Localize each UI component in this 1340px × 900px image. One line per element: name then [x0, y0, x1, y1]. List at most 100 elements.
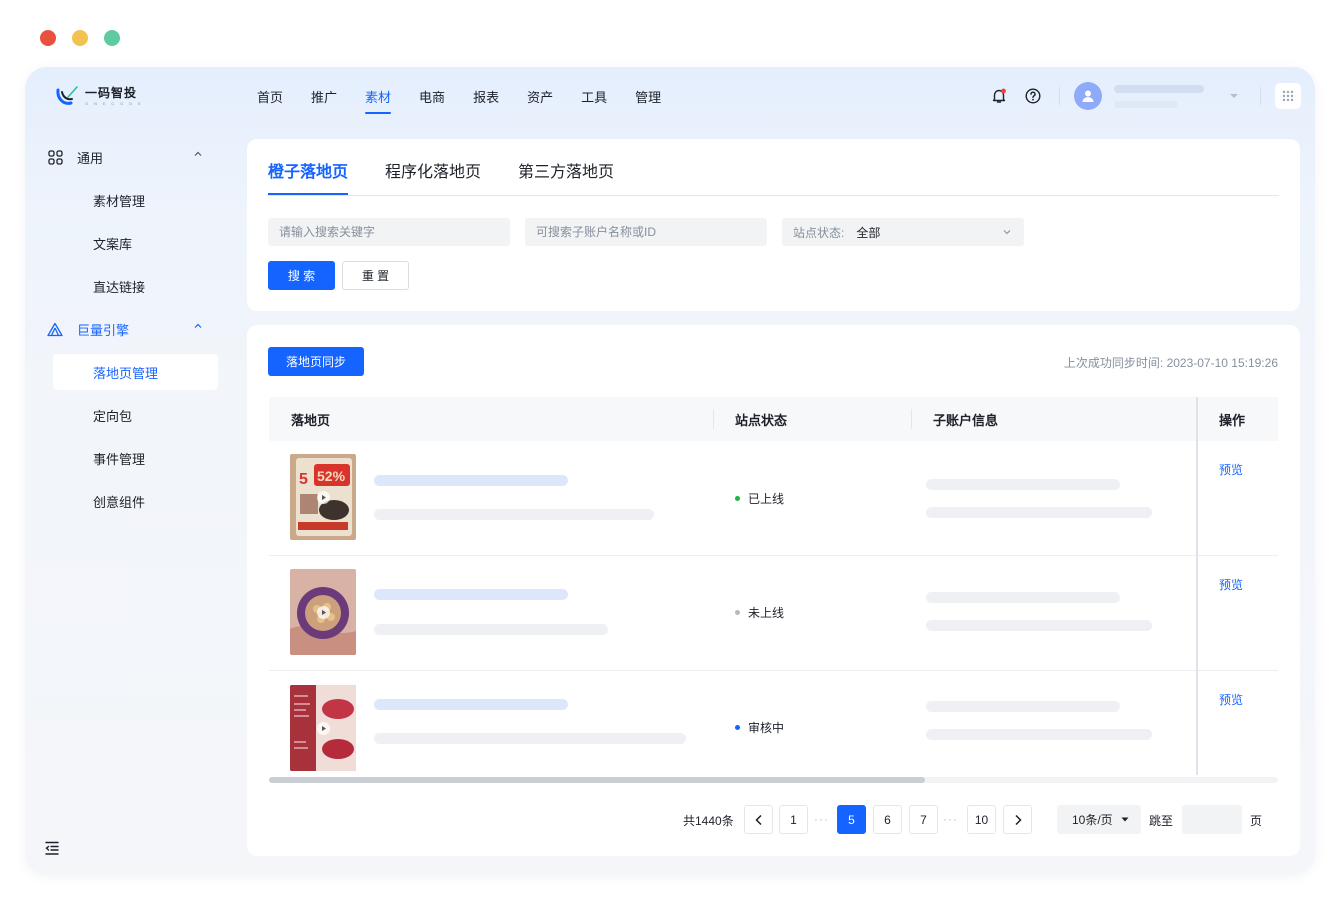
page-size-value: 10条/页 — [1072, 813, 1113, 827]
page-size-select[interactable]: 10条/页 — [1057, 805, 1141, 834]
sync-time-value: 2023-07-10 15:19:26 — [1166, 356, 1278, 370]
site-status-value: 全部 — [856, 225, 881, 240]
brand-logo[interactable]: 一码智投 O N E C O D E — [55, 84, 143, 108]
apps-grid-icon[interactable] — [1275, 83, 1301, 109]
sidebar-item-copy-library[interactable]: 文案库 — [53, 225, 218, 261]
preview-link[interactable]: 预览 — [1219, 691, 1243, 708]
next-page-button[interactable] — [1003, 805, 1032, 834]
sidebar-group-general[interactable]: 通用 — [25, 139, 235, 175]
sidebar-item-targeting-package[interactable]: 定向包 — [53, 397, 218, 433]
preview-link[interactable]: 预览 — [1219, 461, 1243, 478]
keyword-search-field — [268, 218, 510, 246]
account-search-input[interactable] — [536, 225, 756, 239]
svg-text:5: 5 — [299, 471, 308, 488]
bell-icon[interactable] — [987, 84, 1011, 108]
lipstick-thumbnail[interactable] — [290, 685, 356, 771]
prev-page-button[interactable] — [744, 805, 773, 834]
caret-down-icon[interactable] — [1222, 84, 1246, 108]
status-dot — [735, 496, 740, 501]
url-placeholder — [374, 509, 654, 520]
page-button-current[interactable]: 5 — [837, 805, 866, 834]
chevron-up-icon — [194, 151, 202, 156]
nav-item-home[interactable]: 首页 — [257, 87, 283, 114]
sync-landing-page-button[interactable]: 落地页同步 — [268, 347, 364, 376]
nav-item-assets[interactable]: 资产 — [527, 87, 553, 114]
tab-orange-landing-page[interactable]: 橙子落地页 — [268, 139, 349, 195]
reset-button[interactable]: 重 置 — [342, 261, 409, 290]
play-icon — [317, 491, 330, 504]
title-placeholder — [374, 475, 568, 486]
brand-name: 一码智投 — [85, 85, 138, 100]
last-sync-time: 上次成功同步时间: 2023-07-10 15:19:26 — [1064, 354, 1278, 371]
status-text: 未上线 — [748, 606, 785, 620]
chevron-right-icon — [1014, 814, 1022, 825]
app-window: 一码智投 O N E C O D E 首页 推广 素材 电商 报表 资产 工具 … — [25, 67, 1315, 875]
account-name-placeholder — [926, 592, 1120, 603]
tab-third-party-landing-page[interactable]: 第三方落地页 — [518, 139, 614, 195]
header-divider — [1059, 87, 1060, 105]
page-ellipsis: ··· — [943, 812, 958, 826]
collapse-sidebar-icon[interactable] — [43, 839, 63, 859]
scrollbar-thumb[interactable] — [269, 777, 925, 783]
search-button[interactable]: 搜 索 — [268, 261, 335, 290]
column-header-operation: 操作 — [1219, 412, 1246, 428]
sidebar-item-material-management[interactable]: 素材管理 — [53, 182, 218, 218]
account-name-placeholder — [926, 479, 1120, 490]
help-icon[interactable] — [1021, 84, 1045, 108]
brand-subtitle: O N E C O D E — [85, 100, 144, 106]
sidebar-item-event-management[interactable]: 事件管理 — [53, 440, 218, 476]
nav-item-materials[interactable]: 素材 — [365, 87, 392, 114]
filter-panel: 橙子落地页 程序化落地页 第三方落地页 站点状态: 全部 搜 索 重 置 — [247, 139, 1300, 311]
user-info-placeholder[interactable] — [1114, 84, 1206, 108]
sync-time-label: 上次成功同步时间: — [1063, 356, 1164, 370]
preview-link[interactable]: 预览 — [1219, 576, 1243, 593]
page-button[interactable]: 1 — [779, 805, 808, 834]
nav-item-ecommerce[interactable]: 电商 — [419, 87, 445, 114]
tab-programmatic-landing-page[interactable]: 程序化落地页 — [385, 139, 481, 195]
table-header: 落地页 站点状态 子账户信息 — [269, 397, 1278, 441]
svg-text:52%: 52% — [317, 468, 346, 484]
sidebar-item-landing-page-management[interactable]: 落地页管理 — [53, 354, 218, 390]
top-nav: 首页 推广 素材 电商 报表 资产 工具 管理 — [257, 87, 661, 114]
account-id-placeholder — [926, 729, 1152, 740]
status-badge: 已上线 — [735, 490, 784, 507]
nav-item-management[interactable]: 管理 — [635, 87, 661, 114]
header-divider-2 — [1260, 87, 1261, 105]
account-id-placeholder — [926, 620, 1152, 631]
status-dot — [735, 725, 740, 730]
pagination: 共1440条 1 ··· 5 6 7 ··· 10 10条/页 跳至 页 — [247, 805, 1300, 835]
column-divider — [713, 409, 714, 429]
sidebar-group-label: 巨量引擎 — [77, 322, 130, 338]
title-placeholder — [374, 699, 568, 710]
column-header-site-status: 站点状态 — [735, 412, 788, 428]
account-name-placeholder — [926, 701, 1120, 712]
account-search-field — [525, 218, 767, 246]
avatar[interactable] — [1074, 82, 1102, 110]
sidebar: 通用 素材管理 文案库 直达链接 巨量引擎 落地页管理 定向包 事件管理 创意组… — [25, 139, 235, 519]
page-button[interactable]: 6 — [873, 805, 902, 834]
jump-to-page-input[interactable] — [1182, 805, 1242, 834]
sidebar-group-ocean-engine[interactable]: 巨量引擎 — [25, 311, 235, 347]
page-button[interactable]: 10 — [967, 805, 996, 834]
capsule-jar-thumbnail[interactable] — [290, 569, 356, 655]
header-actions — [987, 81, 1301, 111]
landing-page-table: 落地页 站点状态 子账户信息 5 52% 已上线 未上线 审核中 操作 预览 预… — [269, 397, 1278, 775]
sidebar-group-label: 通用 — [77, 150, 104, 166]
sidebar-item-creative-components[interactable]: 创意组件 — [53, 483, 218, 519]
chevron-down-icon — [1003, 230, 1011, 235]
chevron-left-icon — [754, 814, 762, 825]
nav-item-promotion[interactable]: 推广 — [311, 87, 337, 114]
snack-pack-thumbnail[interactable]: 5 52% — [290, 454, 356, 540]
page-button[interactable]: 7 — [909, 805, 938, 834]
sidebar-item-direct-links[interactable]: 直达链接 — [53, 268, 218, 304]
close-window-dot[interactable] — [40, 30, 56, 46]
column-header-landing-page: 落地页 — [291, 412, 331, 428]
maximize-window-dot[interactable] — [104, 30, 120, 46]
nav-item-tools[interactable]: 工具 — [581, 87, 607, 114]
keyword-search-input[interactable] — [279, 225, 499, 239]
minimize-window-dot[interactable] — [72, 30, 88, 46]
nav-item-reports[interactable]: 报表 — [473, 87, 499, 114]
url-placeholder — [374, 624, 608, 635]
horizontal-scrollbar[interactable] — [269, 777, 1278, 783]
site-status-select[interactable]: 站点状态: 全部 — [782, 218, 1024, 246]
